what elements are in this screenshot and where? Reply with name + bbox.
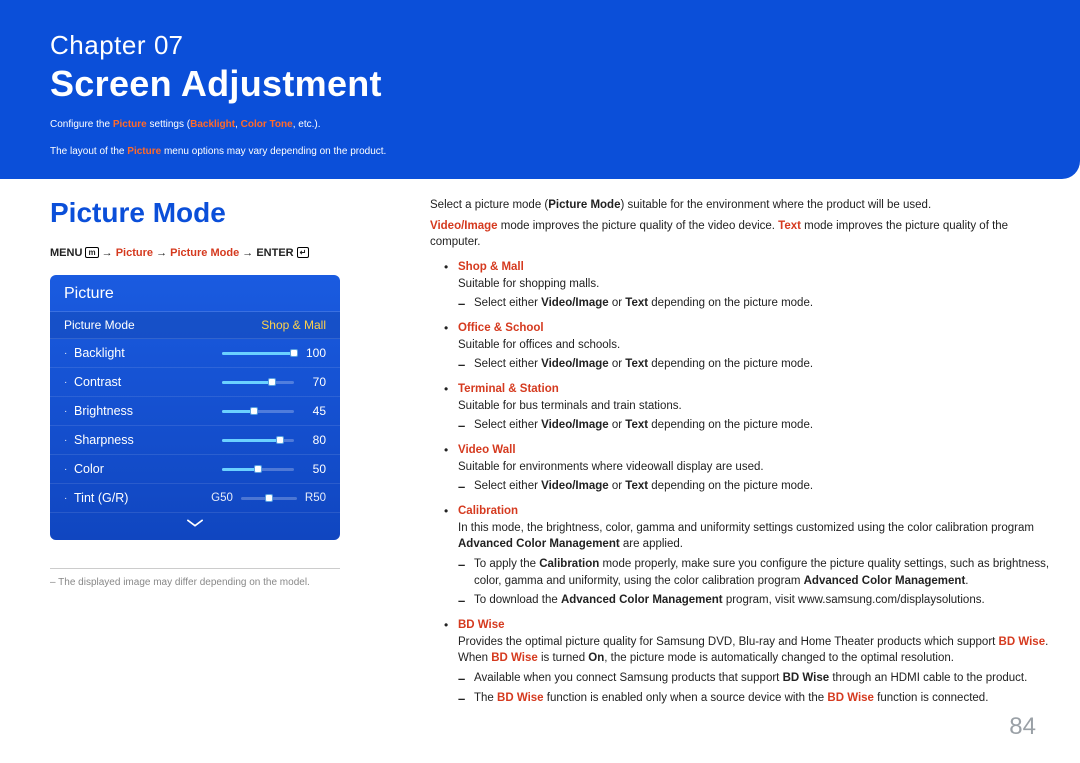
banner-subtitle-2: The layout of the Picture menu options m… — [50, 144, 1030, 159]
bullet-icon: · — [64, 377, 74, 388]
mode-bd-wise: BD Wise Provides the optimal picture qua… — [430, 617, 1058, 706]
chapter-label: Chapter 07 — [50, 30, 1030, 61]
bullet-icon: · — [64, 464, 74, 475]
page-number: 84 — [1009, 713, 1036, 741]
osd-row-sharpness[interactable]: · Sharpness 80 — [50, 426, 340, 455]
osd-row-color[interactable]: · Color 50 — [50, 455, 340, 484]
bullet-icon: · — [64, 435, 74, 446]
chapter-title: Screen Adjustment — [50, 63, 1030, 105]
slider[interactable] — [222, 468, 294, 471]
enter-icon: ↵ — [297, 247, 310, 258]
osd-mode-value: Shop & Mall — [261, 318, 326, 332]
osd-row-tint[interactable]: · Tint (G/R) G50 R50 — [50, 484, 340, 513]
chapter-banner: Chapter 07 Screen Adjustment Configure th… — [0, 0, 1080, 179]
slider[interactable] — [222, 381, 294, 384]
osd-row-brightness[interactable]: · Brightness 45 — [50, 397, 340, 426]
mode-shop-mall: Shop & Mall Suitable for shopping malls.… — [430, 259, 1058, 312]
chevron-down-icon — [186, 517, 204, 529]
osd-mode-row[interactable]: Picture Mode Shop & Mall — [50, 312, 340, 339]
intro-paragraph-2: Video/Image mode improves the picture qu… — [430, 218, 1058, 251]
slider[interactable] — [222, 439, 294, 442]
osd-header: Picture — [50, 275, 340, 312]
mode-terminal-station: Terminal & Station Suitable for bus term… — [430, 381, 1058, 434]
chapter-number: 07 — [154, 30, 183, 60]
bullet-icon: · — [64, 406, 74, 417]
mode-office-school: Office & School Suitable for offices and… — [430, 320, 1058, 373]
osd-row-contrast[interactable]: · Contrast 70 — [50, 368, 340, 397]
intro-paragraph-1: Select a picture mode (Picture Mode) sui… — [430, 197, 1058, 214]
divider — [50, 568, 340, 569]
mode-calibration: Calibration In this mode, the brightness… — [430, 503, 1058, 609]
osd-scroll-down[interactable] — [50, 513, 340, 540]
chapter-word: Chapter — [50, 30, 146, 60]
left-column: Picture Mode MENU m → Picture → Picture … — [50, 197, 400, 714]
slider[interactable] — [222, 352, 294, 355]
banner-subtitle-1: Configure the Picture settings (Backligh… — [50, 117, 1030, 132]
slider[interactable] — [241, 497, 297, 500]
osd-picture-panel: Picture Picture Mode Shop & Mall · Backl… — [50, 275, 340, 540]
footnote: The displayed image may differ depending… — [50, 577, 400, 588]
content-area: Picture Mode MENU m → Picture → Picture … — [0, 179, 1080, 714]
menu-icon: m — [85, 247, 98, 258]
mode-list: Shop & Mall Suitable for shopping malls.… — [430, 259, 1058, 706]
slider[interactable] — [222, 410, 294, 413]
osd-mode-label: Picture Mode — [64, 318, 135, 332]
mode-video-wall: Video Wall Suitable for environments whe… — [430, 442, 1058, 495]
bullet-icon: · — [64, 348, 74, 359]
menu-path: MENU m → Picture → Picture Mode → ENTER … — [50, 247, 400, 259]
section-title: Picture Mode — [50, 197, 400, 229]
right-column: Select a picture mode (Picture Mode) sui… — [430, 197, 1058, 714]
osd-row-backlight[interactable]: · Backlight 100 — [50, 339, 340, 368]
bullet-icon: · — [64, 493, 74, 504]
